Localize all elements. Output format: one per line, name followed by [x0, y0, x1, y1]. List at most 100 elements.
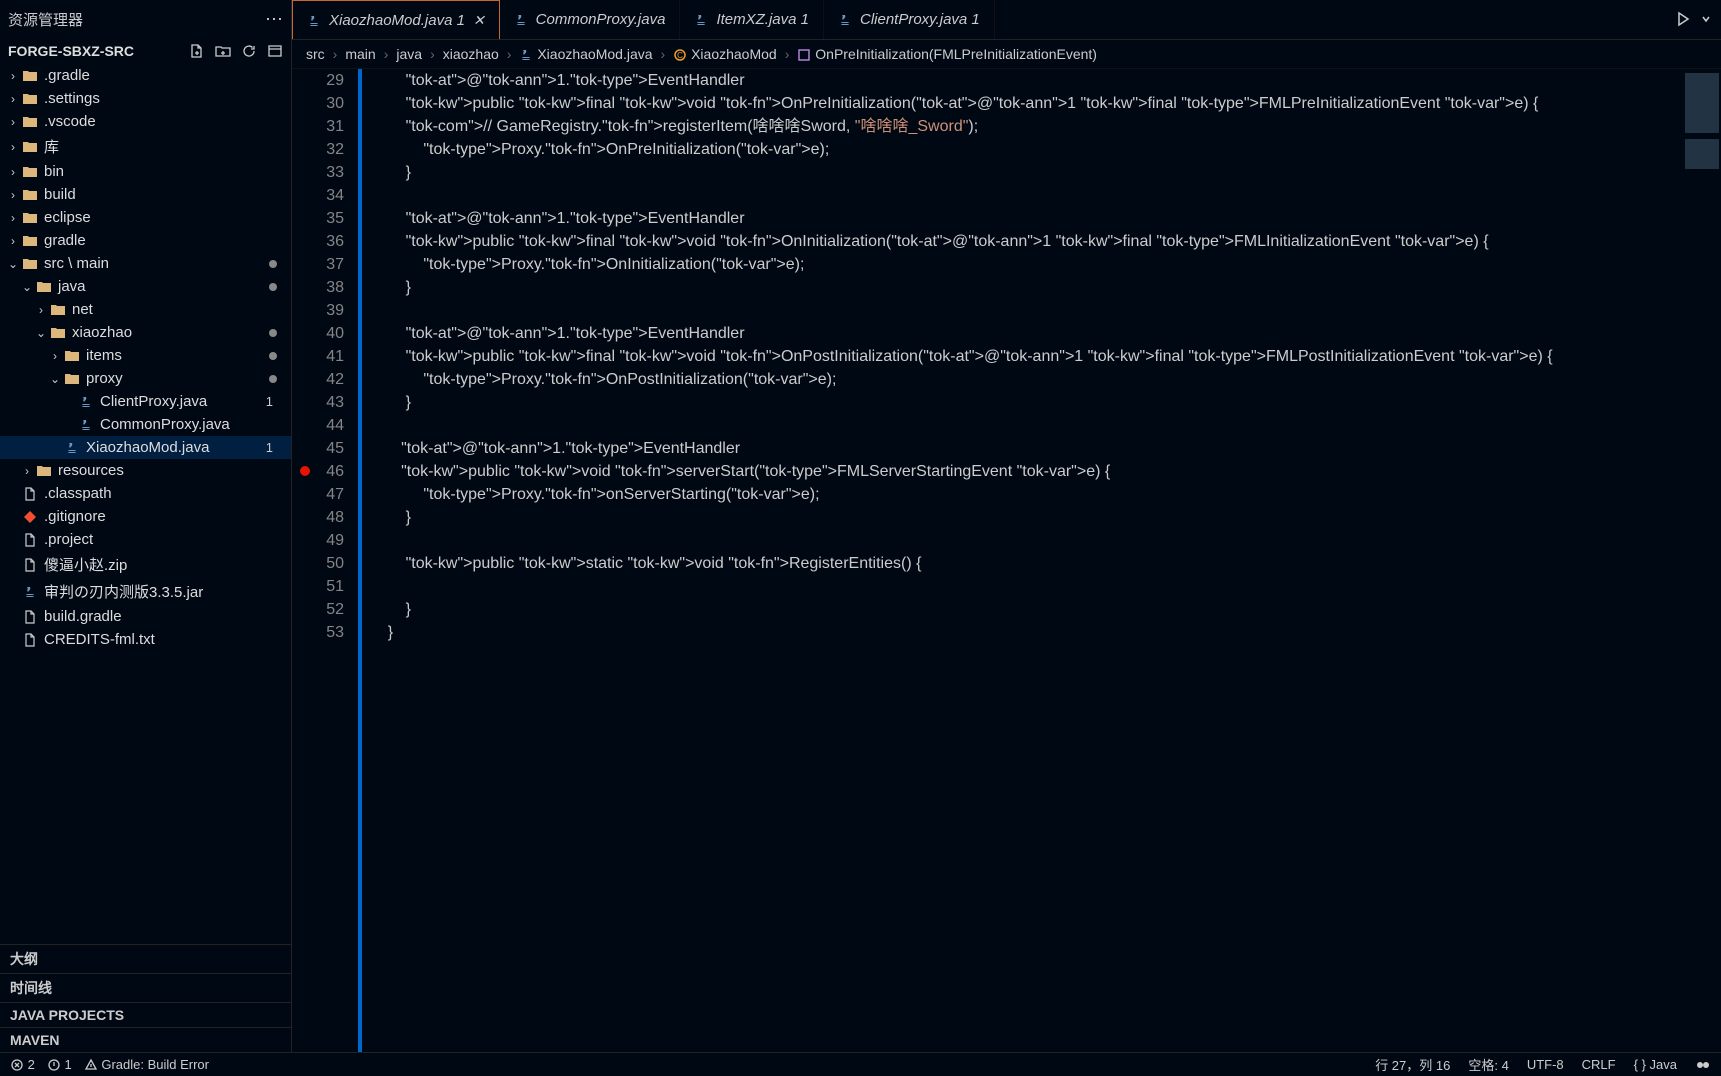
folder-java[interactable]: ⌄java	[0, 275, 291, 298]
code-line[interactable]: }	[370, 621, 1681, 644]
folder-gradle[interactable]: ›gradle	[0, 229, 291, 252]
line-number[interactable]: 35	[292, 207, 344, 230]
code-line[interactable]: "tok-kw">public "tok-kw">final "tok-kw">…	[370, 92, 1681, 115]
breadcrumb-item[interactable]: src	[306, 46, 325, 62]
status-build[interactable]: Gradle: Build Error	[84, 1057, 209, 1073]
folder-proxy[interactable]: ⌄proxy	[0, 367, 291, 390]
outline-section[interactable]: 大纲	[0, 944, 291, 973]
folder-net[interactable]: ›net	[0, 298, 291, 321]
code-line[interactable]	[370, 529, 1681, 552]
folder-eclipse[interactable]: ›eclipse	[0, 206, 291, 229]
breadcrumb-item[interactable]: xiaozhao	[443, 46, 499, 62]
line-number[interactable]: 38	[292, 276, 344, 299]
project-header[interactable]: FORGE-SBXZ-SRC	[0, 38, 291, 64]
line-number[interactable]: 30	[292, 92, 344, 115]
code-line[interactable]: "tok-type">Proxy."tok-fn">onServerStarti…	[370, 483, 1681, 506]
code-line[interactable]: "tok-at">@"tok-ann">1."tok-type">EventHa…	[370, 69, 1681, 92]
code-line[interactable]: }	[370, 598, 1681, 621]
java-projects-section[interactable]: JAVA PROJECTS	[0, 1002, 291, 1027]
code-line[interactable]	[370, 414, 1681, 437]
status-spaces[interactable]: 空格: 4	[1468, 1055, 1508, 1074]
line-number[interactable]: 53	[292, 621, 344, 644]
folder-src \ main[interactable]: ⌄src \ main	[0, 252, 291, 275]
code-line[interactable]: "tok-type">Proxy."tok-fn">OnPreInitializ…	[370, 138, 1681, 161]
file-XiaozhaoMod.java[interactable]: XiaozhaoMod.java1	[0, 436, 291, 459]
folder-.gradle[interactable]: ›.gradle	[0, 64, 291, 87]
line-number[interactable]: 40	[292, 322, 344, 345]
code-line[interactable]: "tok-at">@"tok-ann">1."tok-type">EventHa…	[370, 322, 1681, 345]
line-number[interactable]: 33	[292, 161, 344, 184]
code-line[interactable]: }	[370, 391, 1681, 414]
breadcrumb-item[interactable]: XiaozhaoMod.java	[519, 46, 652, 62]
breadcrumb[interactable]: src›main›java›xiaozhao› XiaozhaoMod.java…	[292, 40, 1721, 69]
file-ClientProxy.java[interactable]: ClientProxy.java1	[0, 390, 291, 413]
code-line[interactable]: "tok-kw">public "tok-kw">final "tok-kw">…	[370, 345, 1681, 368]
folder-bin[interactable]: ›bin	[0, 160, 291, 183]
line-number[interactable]: 31	[292, 115, 344, 138]
code-line[interactable]: "tok-at">@"tok-ann">1."tok-type">EventHa…	[370, 437, 1681, 460]
file-傻逼小赵.zip[interactable]: 傻逼小赵.zip	[0, 551, 291, 578]
code-line[interactable]: "tok-type">Proxy."tok-fn">OnInitializati…	[370, 253, 1681, 276]
tab-ItemXZ.java[interactable]: ItemXZ.java 1	[680, 0, 824, 39]
new-folder-icon[interactable]	[215, 42, 231, 60]
code-line[interactable]	[370, 184, 1681, 207]
breadcrumb-item[interactable]: OnPreInitialization(FMLPreInitialization…	[797, 46, 1097, 62]
file-CommonProxy.java[interactable]: CommonProxy.java	[0, 413, 291, 436]
file-.project[interactable]: .project	[0, 528, 291, 551]
status-cursor-pos[interactable]: 行 27，列 16	[1375, 1055, 1450, 1074]
folder-resources[interactable]: ›resources	[0, 459, 291, 482]
folder-build[interactable]: ›build	[0, 183, 291, 206]
more-actions-icon[interactable]: ⋯	[265, 9, 283, 30]
line-number[interactable]: 39	[292, 299, 344, 322]
code-line[interactable]: "tok-kw">public "tok-kw">final "tok-kw">…	[370, 230, 1681, 253]
status-eol[interactable]: CRLF	[1582, 1057, 1616, 1072]
folder-.vscode[interactable]: ›.vscode	[0, 110, 291, 133]
folder-.settings[interactable]: ›.settings	[0, 87, 291, 110]
line-number[interactable]: 43	[292, 391, 344, 414]
code-area[interactable]: 2930313233343536373839404142434445464748…	[292, 69, 1721, 1052]
breadcrumb-item[interactable]: java	[396, 46, 422, 62]
breadcrumb-item[interactable]: main	[345, 46, 375, 62]
line-number[interactable]: 51	[292, 575, 344, 598]
code-line[interactable]	[370, 575, 1681, 598]
code-line[interactable]: }	[370, 506, 1681, 529]
status-warnings[interactable]: 1	[47, 1057, 72, 1073]
folder-xiaozhao[interactable]: ⌄xiaozhao	[0, 321, 291, 344]
minimap[interactable]	[1681, 69, 1721, 1052]
code-line[interactable]: }	[370, 276, 1681, 299]
collapse-icon[interactable]	[267, 42, 283, 60]
close-icon[interactable]: ✕	[473, 12, 485, 29]
line-number[interactable]: 29	[292, 69, 344, 92]
line-number[interactable]: 52	[292, 598, 344, 621]
line-number[interactable]: 34	[292, 184, 344, 207]
line-gutter[interactable]: 2930313233343536373839404142434445464748…	[292, 69, 362, 1052]
line-number[interactable]: 41	[292, 345, 344, 368]
file-审判の刃内测版3.3.5.jar[interactable]: 审判の刃内测版3.3.5.jar	[0, 578, 291, 605]
tab-CommonProxy.java[interactable]: CommonProxy.java	[500, 0, 681, 39]
code-line[interactable]: "tok-kw">public "tok-kw">static "tok-kw"…	[370, 552, 1681, 575]
refresh-icon[interactable]	[241, 42, 257, 60]
line-number[interactable]: 49	[292, 529, 344, 552]
code-line[interactable]: "tok-com">// GameRegistry."tok-fn">regis…	[370, 115, 1681, 138]
file-.gitignore[interactable]: .gitignore	[0, 505, 291, 528]
line-number[interactable]: 47	[292, 483, 344, 506]
run-icon[interactable]	[1675, 11, 1691, 29]
run-dropdown-icon[interactable]	[1701, 11, 1711, 29]
line-number[interactable]: 44	[292, 414, 344, 437]
copilot-icon[interactable]	[1695, 1056, 1711, 1073]
file-.classpath[interactable]: .classpath	[0, 482, 291, 505]
status-errors[interactable]: 2	[10, 1057, 35, 1073]
code-line[interactable]	[370, 299, 1681, 322]
tab-XiaozhaoMod.java[interactable]: XiaozhaoMod.java 1✕	[292, 0, 500, 39]
code-content[interactable]: "tok-at">@"tok-ann">1."tok-type">EventHa…	[362, 69, 1681, 1052]
status-encoding[interactable]: UTF-8	[1527, 1057, 1564, 1072]
folder-items[interactable]: ›items	[0, 344, 291, 367]
code-line[interactable]: "tok-at">@"tok-ann">1."tok-type">EventHa…	[370, 207, 1681, 230]
line-number[interactable]: 37	[292, 253, 344, 276]
line-number[interactable]: 32	[292, 138, 344, 161]
line-number[interactable]: 48	[292, 506, 344, 529]
timeline-section[interactable]: 时间线	[0, 973, 291, 1002]
maven-section[interactable]: MAVEN	[0, 1027, 291, 1052]
folder-库[interactable]: ›库	[0, 133, 291, 160]
code-line[interactable]: "tok-type">Proxy."tok-fn">OnPostInitiali…	[370, 368, 1681, 391]
